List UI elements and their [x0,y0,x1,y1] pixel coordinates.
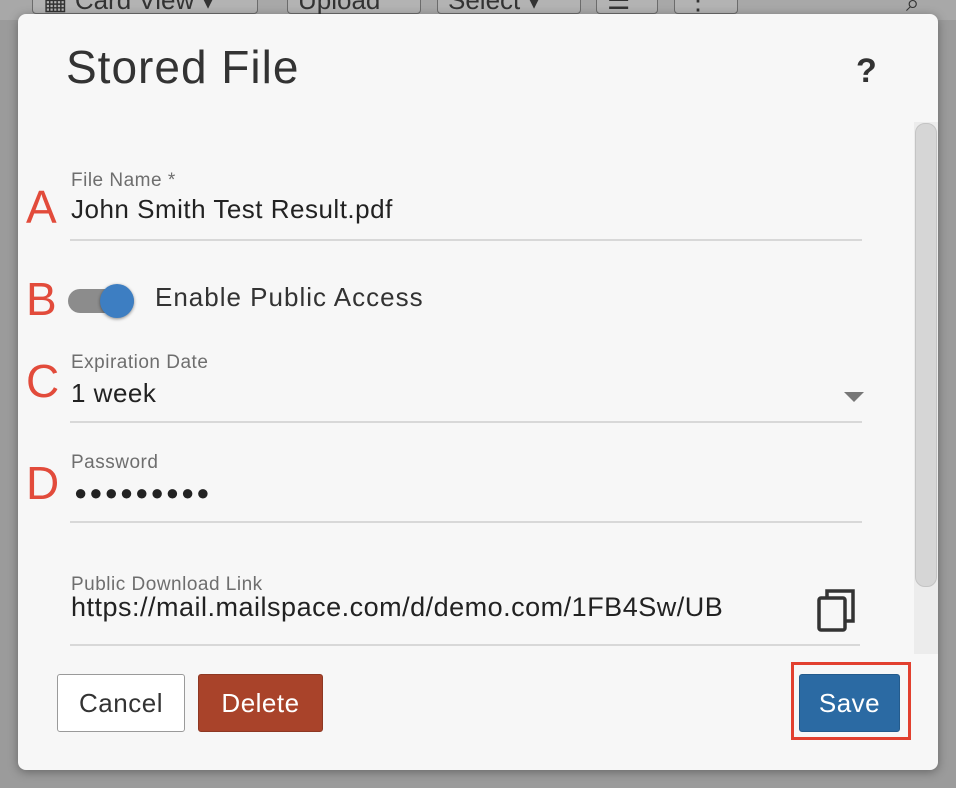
public-access-label: Enable Public Access [155,282,424,312]
sort-icon: ☰ [607,0,631,15]
download-link-underline [70,644,860,646]
cancel-button[interactable]: Cancel [57,674,185,732]
upload-label: Upload [298,0,381,15]
save-button[interactable]: Save [799,674,900,732]
help-icon[interactable]: ? [856,52,877,91]
grid-icon: ▦ [43,0,68,15]
scrollbar-thumb[interactable] [915,123,937,587]
password-label: Password [71,452,159,473]
file-name-input[interactable]: John Smith Test Result.pdf [71,194,393,225]
more-button[interactable]: ⋮ [674,0,738,15]
password-underline [70,521,862,523]
copy-icon[interactable] [816,587,858,633]
chevron-down-icon: ▾ [201,0,215,15]
public-access-toggle[interactable] [68,284,154,318]
scrollbar[interactable] [914,122,938,654]
stored-file-dialog: Stored File ? A B C D File Name * John S… [18,14,938,770]
expiration-date-label: Expiration Date [71,352,209,373]
expiration-date-select[interactable]: 1 week [71,378,156,409]
dialog-title: Stored File [66,41,300,93]
upload-button[interactable]: Upload [287,0,421,15]
annotation-marker-b: B [26,273,57,325]
toggle-knob [100,284,134,318]
file-name-underline [70,239,862,241]
card-view-label: Card View [74,0,195,15]
select-label: Select [448,0,521,15]
annotation-marker-d: D [26,457,60,509]
chevron-down-icon: ▾ [527,0,541,15]
file-name-label: File Name * [71,170,176,191]
password-input[interactable]: ●●●●●●●●● [74,480,212,506]
dropdown-arrow-icon[interactable] [844,392,864,402]
sort-button[interactable]: ☰ [596,0,658,15]
download-link-field[interactable]: https://mail.mailspace.com/d/demo.com/1F… [71,592,804,628]
select-button[interactable]: Select ▾ [437,0,581,15]
download-link-value: https://mail.mailspace.com/d/demo.com/1F… [71,592,724,622]
annotation-marker-a: A [26,181,57,233]
more-vertical-icon: ⋮ [685,0,711,15]
delete-button[interactable]: Delete [198,674,323,732]
expiration-date-underline [70,421,862,423]
annotation-marker-c: C [26,355,60,407]
card-view-button[interactable]: ▦ Card View ▾ [32,0,258,15]
